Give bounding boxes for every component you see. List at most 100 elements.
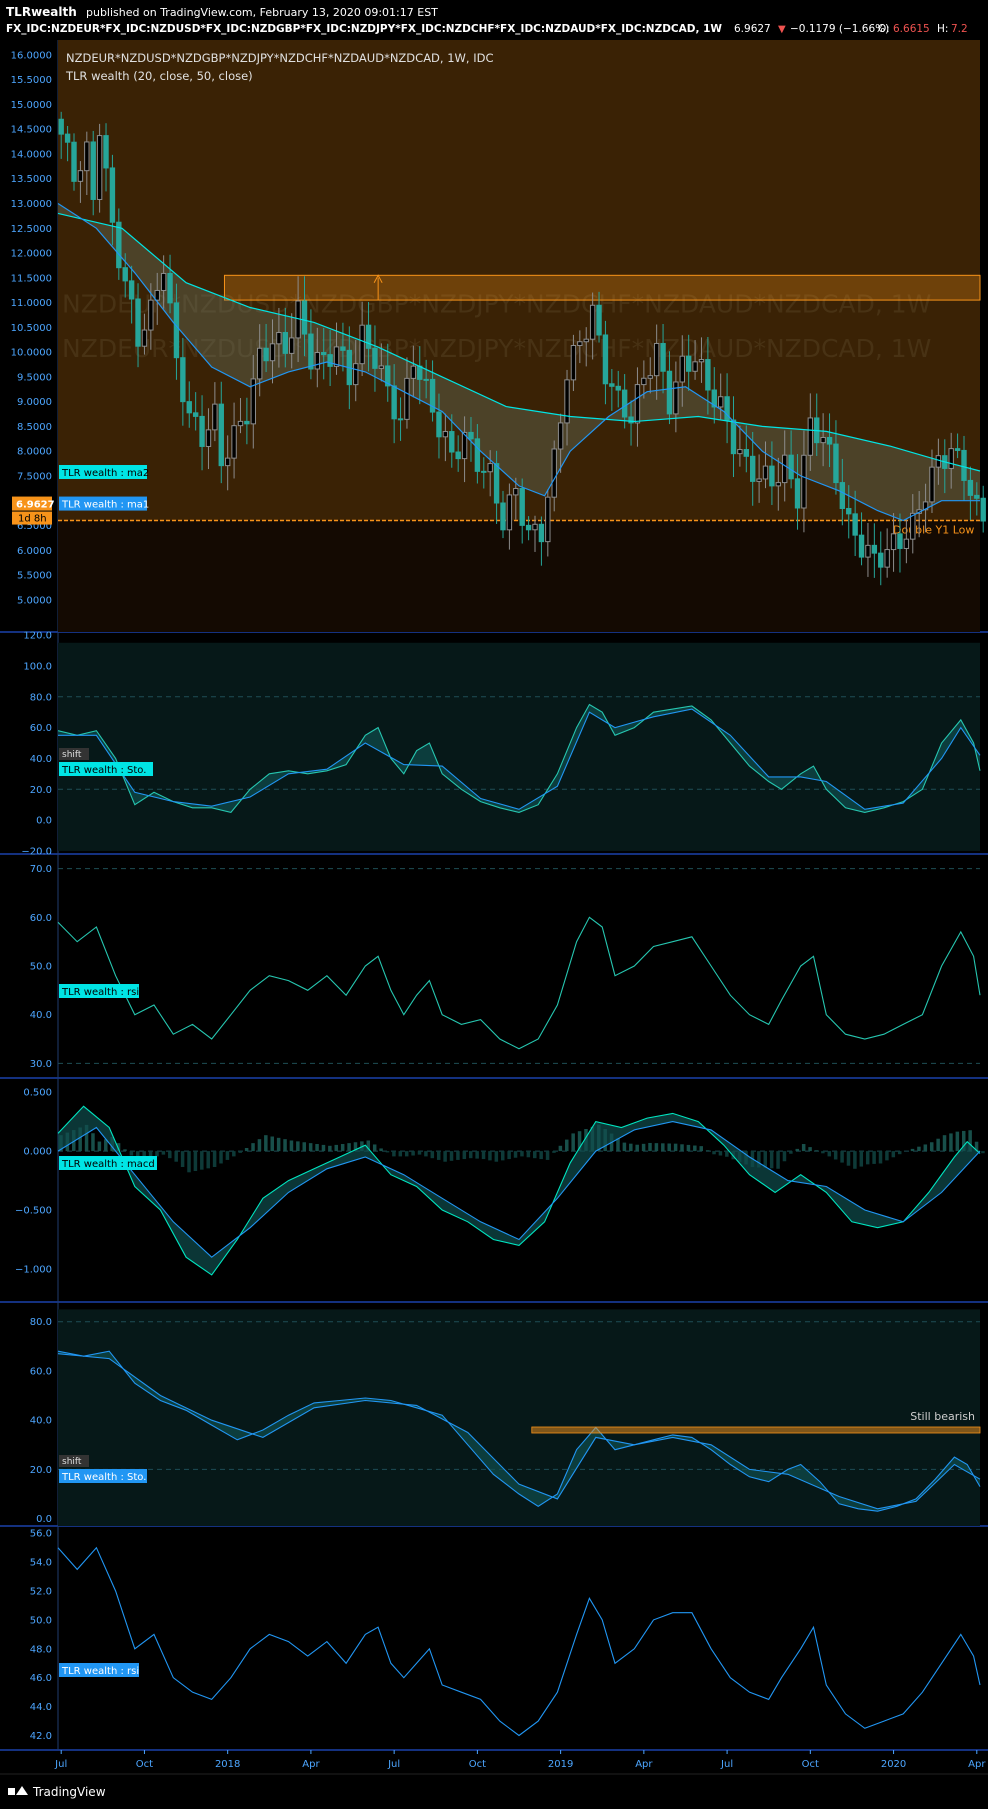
candle-body: [116, 221, 122, 269]
histogram-bar: [404, 1151, 409, 1157]
candle-body: [167, 272, 173, 304]
signal-line-macd: [57, 1121, 981, 1258]
histogram-bar: [481, 1151, 486, 1160]
histogram-bar: [289, 1140, 294, 1152]
y-tick-label: 0.500: [23, 1088, 52, 1099]
candle-body: [160, 272, 167, 291]
candle-body: [897, 533, 903, 549]
histogram-bar: [513, 1151, 518, 1158]
candle-body: [820, 436, 826, 444]
histogram-bar: [725, 1151, 729, 1157]
candle-body: [794, 478, 801, 509]
candle-body: [615, 385, 621, 391]
histogram-bar: [769, 1151, 774, 1169]
bearish-level-zone: [531, 1426, 981, 1434]
y-tick-label: 52.0: [30, 1587, 52, 1598]
price-change: −0.1179 (−1.66%): [790, 23, 889, 35]
y-tick-label: 46.0: [30, 1673, 52, 1684]
histogram-bar: [91, 1133, 95, 1152]
candle-body: [685, 355, 692, 372]
histogram-bar: [814, 1150, 819, 1152]
candle-body: [750, 455, 756, 482]
candle-body: [71, 141, 77, 182]
candle-body: [679, 355, 685, 383]
indicator-band-stoch: [58, 642, 980, 851]
countdown-tag: 1d 8h: [18, 514, 47, 525]
y-tick-label: −0.500: [15, 1206, 52, 1217]
candle-body: [327, 354, 333, 367]
y-tick-label: 100.0: [23, 661, 52, 672]
chart-canvas[interactable]: TLRwealth published on TradingView.com, …: [0, 0, 988, 1809]
candle-body: [276, 332, 282, 345]
candle-body: [826, 436, 833, 445]
y-tick-label: 8.0000: [17, 447, 52, 458]
tradingview-brand[interactable]: TradingView: [32, 1785, 106, 1799]
candle-body: [852, 513, 858, 536]
x-tick-label: 2019: [548, 1759, 573, 1770]
histogram-bar: [500, 1151, 505, 1161]
histogram-bar: [654, 1143, 659, 1152]
high-value: 7.2: [951, 23, 968, 35]
candle-body: [910, 512, 916, 540]
y-tick-label: 56.0: [30, 1529, 52, 1540]
x-tick-label: Apr: [635, 1759, 653, 1770]
histogram-bar: [526, 1151, 531, 1158]
open-value: 6.6615: [893, 23, 930, 35]
histogram-bar: [494, 1151, 499, 1162]
y-tick-label: 30.0: [30, 1059, 52, 1070]
open-label: O:: [878, 23, 890, 35]
histogram-bar: [430, 1151, 435, 1159]
y-tick-label: 10.5000: [11, 323, 52, 334]
y-tick-label: 11.0000: [11, 298, 52, 309]
tradingview-logo-icon[interactable]: [8, 1786, 28, 1795]
y-tick-label: −1.000: [15, 1264, 52, 1275]
candle-body: [333, 346, 340, 367]
histogram-bar: [897, 1151, 902, 1155]
y-tick-label: 40.0: [30, 754, 52, 765]
y-tick-label: 13.0000: [11, 199, 52, 210]
histogram-bar: [462, 1151, 467, 1160]
histogram-bar: [629, 1143, 633, 1152]
y-tick-label: 16.0000: [11, 50, 52, 61]
candle-body: [545, 496, 551, 543]
candle-body: [833, 443, 839, 484]
candle-body: [935, 455, 942, 468]
y-tick-label: 20.0: [30, 1465, 52, 1476]
candle-body: [577, 341, 583, 346]
histogram-bar: [673, 1143, 678, 1152]
histogram-bar: [846, 1151, 851, 1166]
candle-body: [378, 365, 385, 369]
histogram-bar: [398, 1151, 403, 1157]
shift-tag: shift: [62, 1457, 82, 1467]
histogram-bar: [180, 1151, 185, 1168]
candle-body: [391, 385, 397, 420]
candle-body: [468, 431, 474, 440]
histogram-bar: [488, 1151, 492, 1161]
candle-body: [743, 449, 749, 457]
candle-body: [609, 383, 615, 387]
candle-body: [397, 418, 404, 421]
candle-body: [269, 343, 276, 362]
chart-title: NZDEUR*NZDUSD*NZDGBP*NZDJPY*NZDCHF*NZDAU…: [66, 51, 494, 65]
histogram-bar: [168, 1151, 172, 1159]
histogram-bar: [712, 1151, 716, 1155]
y-tick-label: 5.0000: [17, 595, 52, 606]
candle-body: [641, 377, 647, 386]
y-tick-label: 40.0: [30, 1010, 52, 1021]
histogram-bar: [648, 1142, 652, 1152]
histogram-bar: [641, 1143, 646, 1152]
x-tick-label: 2018: [215, 1759, 240, 1770]
author-name[interactable]: TLRwealth: [6, 5, 77, 19]
published-text: published on TradingView.com, February 1…: [86, 6, 438, 19]
histogram-bar: [552, 1151, 556, 1153]
y-tick-label: 10.0000: [11, 348, 52, 359]
candle-body: [212, 403, 218, 431]
ma1-label: TLR wealth : ma1: [61, 500, 149, 511]
candle-body: [737, 449, 743, 455]
candle-body: [442, 431, 449, 438]
candle-body: [769, 465, 775, 487]
histogram-bar: [942, 1135, 947, 1152]
histogram-bar: [661, 1143, 665, 1152]
histogram-bar: [161, 1151, 166, 1155]
indicator-label-rsi2: TLR wealth : rsi: [61, 1666, 139, 1677]
